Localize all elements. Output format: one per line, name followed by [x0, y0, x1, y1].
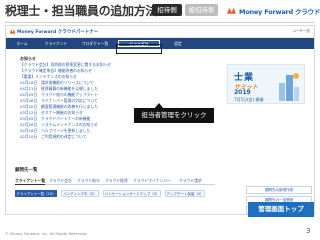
page-number: 3: [306, 227, 311, 235]
filter-update-hold[interactable]: アップデート保留（0）: [165, 190, 205, 197]
tab-cloud-expense[interactable]: クラウド経費: [105, 177, 128, 185]
tab-cloud-accounting[interactable]: クラウド会計: [49, 177, 72, 185]
nav-home[interactable]: ホーム: [12, 40, 32, 47]
banner-date: 7月5日(金) 開催: [234, 97, 264, 102]
banner-year: 2019: [234, 89, 251, 96]
money-forward-logo-icon: [9, 29, 16, 34]
user-menu[interactable]: ユーザー名: [293, 29, 310, 34]
screen-caption: 管理画面トップ: [248, 202, 314, 217]
slide-title: 税理士・担当職員の追加方法: [5, 4, 158, 18]
nav-settings[interactable]: 設定: [170, 40, 186, 47]
invitee-side-pill: 被招待側: [185, 4, 218, 16]
brand-name: Money Forward クラウド: [239, 7, 320, 16]
tab-client-list[interactable]: クライアント一覧: [15, 177, 46, 185]
copyright-text: © Money Forward, Inc. All Rights Reserve…: [5, 231, 88, 236]
client-tabs: クライアント一覧 クラウド会計 クラウド給与 クラウド経費 クラウドマイナンバー…: [15, 177, 215, 185]
filter-vacation[interactable]: バンケーションガードアップ（0）: [103, 190, 161, 197]
summit-banner[interactable]: 士業 サミット 2019 7月5日(金) 開催: [227, 64, 305, 104]
nav-products[interactable]: プロダクト一覧: [80, 40, 110, 47]
client-section-title: 顧問先一覧: [15, 168, 38, 173]
create-client-button[interactable]: 顧問先の新規作成: [246, 186, 312, 194]
app-header: Money Forward クラウドパートナー ユーザー名: [6, 26, 314, 38]
highlight-box: [116, 44, 162, 54]
instruction-tooltip: 担当者管理をクリック: [134, 108, 214, 123]
inviter-side-pill: 招待側: [152, 4, 182, 16]
tab-cloud-invoice[interactable]: クラウド請求: [179, 177, 202, 185]
brand-logo: Money Forward クラウド: [226, 4, 320, 17]
tab-cloud-payroll[interactable]: クラウド給与: [77, 177, 100, 185]
app-screenshot: Money Forward クラウドパートナー ユーザー名 ホーム クライアント…: [5, 25, 315, 215]
nav-clients[interactable]: クライアント: [42, 40, 70, 47]
money-forward-logo-icon: [227, 7, 236, 14]
header-divider: [5, 22, 315, 23]
building-illustration-icon: [279, 73, 299, 101]
app-logo-text: Money Forward クラウドパートナー: [17, 29, 99, 35]
notice-item[interactable]: 02月10日 ご利用規約の改定について: [20, 134, 220, 140]
tab-cloud-mynumber[interactable]: クラウドマイナンバー: [133, 177, 171, 185]
app-logo[interactable]: Money Forward クラウドパートナー: [9, 28, 98, 35]
filter-pending[interactable]: ペンディング中（0）: [61, 190, 99, 197]
filter-client-list[interactable]: クライアント一覧（10）: [15, 190, 57, 197]
